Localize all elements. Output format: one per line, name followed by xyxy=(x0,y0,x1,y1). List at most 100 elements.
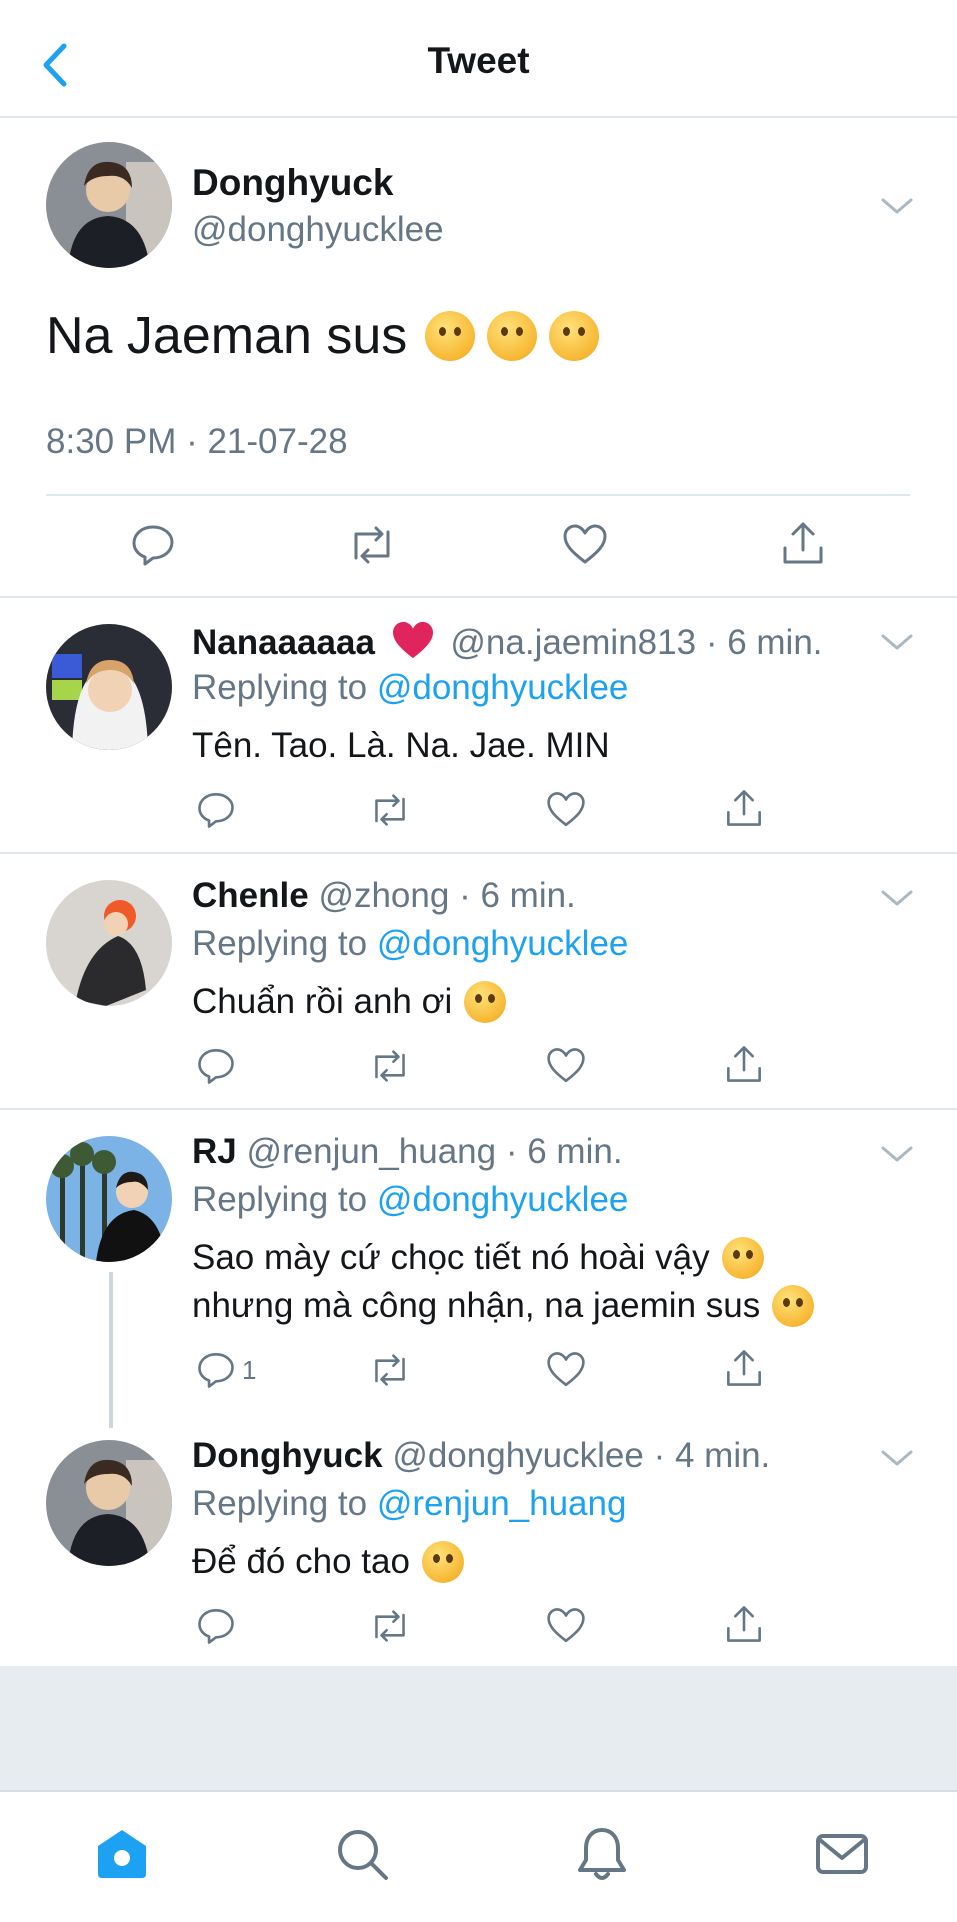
replying-to: Replying to @donghyucklee xyxy=(192,1180,628,1220)
avatar[interactable] xyxy=(46,1440,172,1566)
retweet-button[interactable] xyxy=(368,1606,408,1646)
tab-home[interactable] xyxy=(94,1826,150,1882)
like-button[interactable] xyxy=(562,522,608,568)
thinking-face-icon xyxy=(487,311,538,361)
reply-text-line: nhưng mà công nhận, na jaemin sus xyxy=(192,1286,761,1325)
replying-to-label: Replying to xyxy=(192,668,368,707)
separator-dot: · xyxy=(505,1132,518,1171)
reply-author-handle[interactable]: @renjun_huang xyxy=(246,1132,496,1171)
like-icon xyxy=(547,1048,585,1083)
chevron-down-icon xyxy=(881,1146,913,1162)
replying-to-link[interactable]: @renjun_huang xyxy=(377,1484,627,1523)
reply-author-handle[interactable]: @donghyucklee xyxy=(392,1436,644,1475)
avatar[interactable] xyxy=(46,1136,172,1262)
replying-to-link[interactable]: @donghyucklee xyxy=(377,924,629,963)
reply-button[interactable]: 1 xyxy=(196,1350,256,1390)
divider xyxy=(46,494,910,496)
reply-header: Nanaaaaaa @na.jaemin813 · 6 min. xyxy=(192,620,823,663)
share-icon xyxy=(727,1606,761,1642)
tab-messages[interactable] xyxy=(814,1826,870,1882)
thinking-face-icon xyxy=(549,311,600,361)
replying-to: Replying to @donghyucklee xyxy=(192,668,628,708)
home-icon xyxy=(98,1830,146,1878)
reply-text: Tên. Tao. Là. Na. Jae. MIN xyxy=(192,726,610,765)
author-handle[interactable]: @donghyucklee xyxy=(192,210,444,250)
reply-text-content: Chuẩn rồi anh ơi xyxy=(192,982,453,1021)
retweet-button[interactable] xyxy=(368,1350,408,1390)
more-options-button[interactable] xyxy=(880,196,914,216)
like-button[interactable] xyxy=(546,790,586,830)
tweet-text-content: Na Jaeman sus xyxy=(46,307,408,365)
avatar[interactable] xyxy=(46,880,172,1006)
avatar[interactable] xyxy=(46,142,172,268)
tab-notifications[interactable] xyxy=(574,1826,630,1882)
reply-count: 1 xyxy=(242,1354,257,1385)
reply-button[interactable] xyxy=(196,1046,236,1086)
reply-author-handle[interactable]: @na.jaemin813 xyxy=(450,623,696,662)
reply-header: Chenle @zhong · 6 min. xyxy=(192,876,576,916)
reply-text: Chuẩn rồi anh ơi xyxy=(192,978,507,1026)
reply-time: 6 min. xyxy=(527,1132,623,1171)
share-button[interactable] xyxy=(724,788,764,828)
more-options-button[interactable] xyxy=(880,1448,914,1468)
share-button[interactable] xyxy=(724,1044,764,1084)
reply-author-name[interactable]: RJ xyxy=(192,1132,237,1171)
divider xyxy=(0,596,957,598)
reply-time: 6 min. xyxy=(480,876,576,915)
retweet-icon xyxy=(375,1354,405,1386)
reply-header: Donghyuck @donghyucklee · 4 min. xyxy=(192,1436,770,1476)
reply-button[interactable] xyxy=(196,1606,236,1646)
share-icon xyxy=(727,1350,761,1386)
retweet-icon xyxy=(375,794,405,826)
like-icon xyxy=(547,792,585,827)
share-button[interactable] xyxy=(724,1604,764,1644)
share-button[interactable] xyxy=(724,1348,764,1388)
like-button[interactable] xyxy=(546,1046,586,1086)
like-button[interactable] xyxy=(546,1606,586,1646)
share-icon xyxy=(727,790,761,826)
author-name[interactable]: Donghyuck xyxy=(192,162,393,204)
reply-author-handle[interactable]: @zhong xyxy=(318,876,449,915)
smirking-face-icon xyxy=(421,1541,464,1583)
replying-to-label: Replying to xyxy=(192,1180,368,1219)
replying-to-link[interactable]: @donghyucklee xyxy=(377,1180,629,1219)
like-icon xyxy=(563,524,607,564)
divider xyxy=(0,852,957,854)
retweet-button[interactable] xyxy=(368,790,408,830)
reply-author-name[interactable]: Chenle xyxy=(192,876,309,915)
reply-text: Sao mày cứ chọc tiết nó hoài vậy nhưng m… xyxy=(192,1234,815,1330)
search-icon xyxy=(338,1830,388,1880)
reply-button[interactable] xyxy=(196,790,236,830)
reply-icon xyxy=(198,793,234,828)
reply-icon xyxy=(198,1049,234,1084)
more-options-button[interactable] xyxy=(880,1144,914,1164)
reply-time: 6 min. xyxy=(727,623,823,662)
chevron-down-icon xyxy=(881,634,913,650)
tab-search[interactable] xyxy=(334,1826,390,1882)
tweet-timestamp: 8:30 PM · 21-07-28 xyxy=(46,422,348,461)
divider xyxy=(0,1108,957,1110)
share-button[interactable] xyxy=(780,520,826,566)
notifications-icon xyxy=(578,1828,626,1880)
retweet-button[interactable] xyxy=(346,522,392,568)
empty-area xyxy=(0,1666,957,1790)
retweet-button[interactable] xyxy=(368,1046,408,1086)
reply-button[interactable] xyxy=(130,522,176,568)
replying-to-label: Replying to xyxy=(192,924,368,963)
more-options-button[interactable] xyxy=(880,888,914,908)
avatar[interactable] xyxy=(46,624,172,750)
reply-icon xyxy=(132,525,174,566)
reply-author-name[interactable]: Donghyuck xyxy=(192,1436,383,1475)
red-heart-icon xyxy=(391,620,435,660)
tab-bar xyxy=(0,1790,957,1922)
thread-line xyxy=(109,1272,113,1428)
reply-text: Để đó cho tao xyxy=(192,1538,464,1586)
replying-to-link[interactable]: @donghyucklee xyxy=(377,668,629,707)
more-options-button[interactable] xyxy=(880,632,914,652)
reply-icon xyxy=(198,1353,234,1388)
like-button[interactable] xyxy=(546,1350,586,1390)
reply-author-name[interactable]: Nanaaaaaa xyxy=(192,623,375,662)
page-title: Tweet xyxy=(427,40,530,81)
messages-icon xyxy=(816,1834,868,1874)
reply-text-line: Sao mày cứ chọc tiết nó hoài vậy xyxy=(192,1238,710,1277)
